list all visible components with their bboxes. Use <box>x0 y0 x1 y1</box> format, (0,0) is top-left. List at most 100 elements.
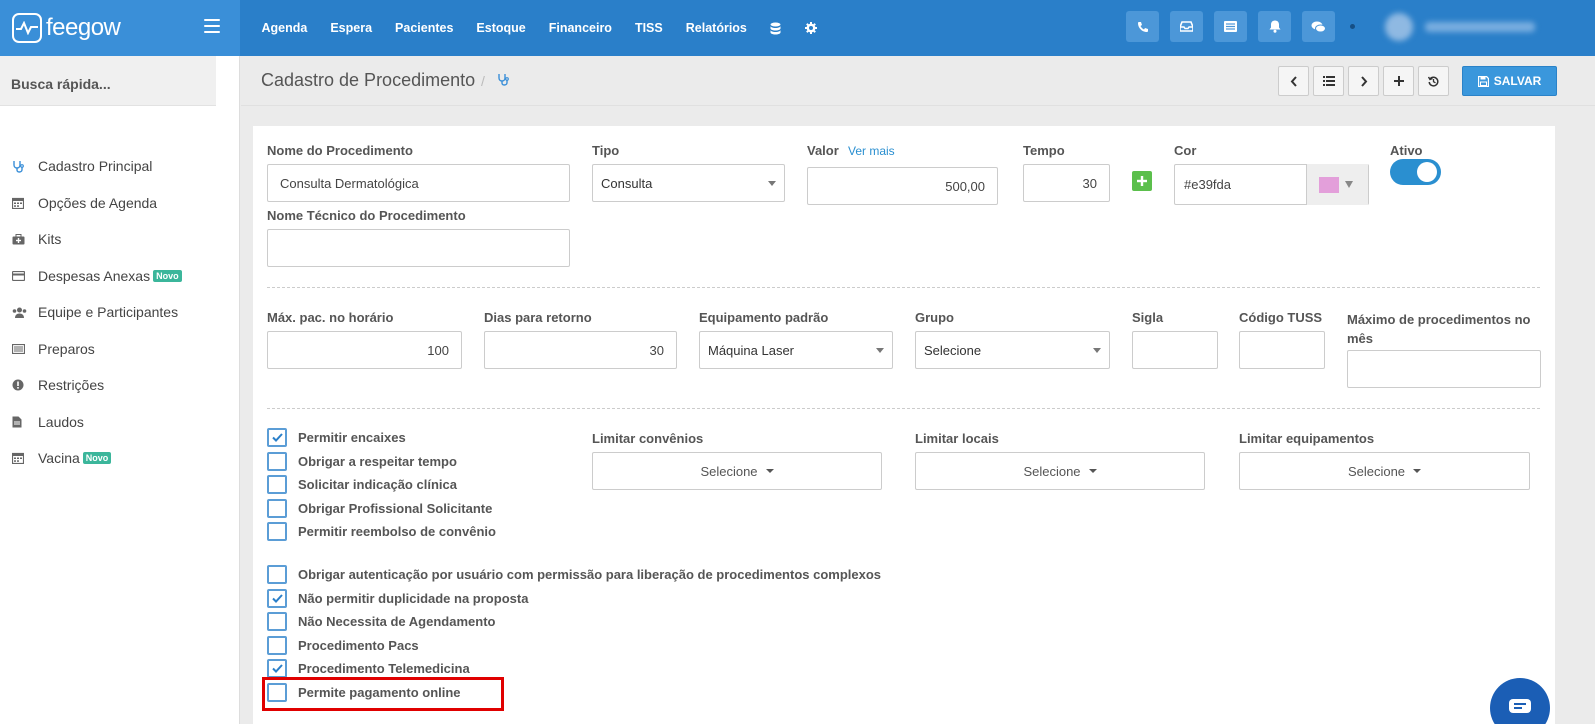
chevron-down-icon <box>1345 181 1353 188</box>
checkbox-autenticacao[interactable]: Obrigar autenticação por usuário com per… <box>267 565 881 584</box>
checkbox-box[interactable] <box>267 452 287 471</box>
sidebar-menu: Cadastro Principal Opções de Agenda Kits… <box>0 148 239 477</box>
checkbox-box[interactable] <box>267 475 287 494</box>
ativo-toggle[interactable] <box>1390 159 1441 185</box>
tipo-select[interactable]: Consulta <box>592 164 785 202</box>
cor-label: Cor <box>1174 143 1197 158</box>
sidebar-item-despesas-anexas[interactable]: Despesas Anexas Novo <box>0 258 239 295</box>
calendar-icon <box>12 197 38 209</box>
checkbox-telemedicina[interactable]: Procedimento Telemedicina <box>267 659 470 678</box>
checkbox-label: Obrigar Profissional Solicitante <box>298 501 493 516</box>
checkbox-label: Obrigar autenticação por usuário com per… <box>298 567 882 582</box>
checkbox-procedimento-pacs[interactable]: Procedimento Pacs <box>267 636 419 655</box>
checkbox-box[interactable] <box>267 522 287 541</box>
checkbox-box[interactable] <box>267 499 287 518</box>
limitar-equipamentos-select[interactable]: Selecione <box>1239 452 1530 490</box>
checkbox-duplicidade-proposta[interactable]: Não permitir duplicidade na proposta <box>267 589 528 608</box>
checkbox-box[interactable] <box>267 428 287 447</box>
limitar-convenios-select[interactable]: Selecione <box>592 452 882 490</box>
add-button[interactable] <box>1383 66 1414 96</box>
tempo-input[interactable]: 30 <box>1023 164 1110 202</box>
checkbox-respeitar-tempo[interactable]: Obrigar a respeitar tempo <box>267 452 457 471</box>
highlight-box <box>262 677 504 711</box>
nome-tecnico-input[interactable] <box>267 229 570 267</box>
nav-tiss[interactable]: TISS <box>635 21 663 35</box>
sigla-label: Sigla <box>1132 310 1164 325</box>
max-pac-input[interactable]: 100 <box>267 331 462 369</box>
grupo-select[interactable]: Selecione <box>915 331 1110 369</box>
nav-financeiro[interactable]: Financeiro <box>549 21 612 35</box>
checkbox-nao-necessita-agendamento[interactable]: Não Necessita de Agendamento <box>267 612 495 631</box>
brand[interactable]: feegow <box>0 0 240 56</box>
save-icon <box>1477 75 1489 87</box>
checkbox-box[interactable] <box>267 565 287 584</box>
checkbox-indicacao-clinica[interactable]: Solicitar indicação clínica <box>267 475 457 494</box>
phone-icon[interactable] <box>1126 11 1159 42</box>
next-button[interactable] <box>1348 66 1379 96</box>
quick-search[interactable]: Busca rápida... <box>0 56 216 106</box>
sidebar-item-vacina[interactable]: Vacina Novo <box>0 440 239 477</box>
tuss-input[interactable] <box>1239 331 1325 369</box>
nome-procedimento-input[interactable]: Consulta Dermatológica <box>267 164 570 202</box>
color-swatch <box>1319 176 1339 193</box>
sigla-input[interactable] <box>1132 331 1218 369</box>
credit-card-icon <box>12 270 38 281</box>
max-pac-label: Máx. pac. no horário <box>267 310 394 325</box>
limitar-locais-select[interactable]: Selecione <box>915 452 1205 490</box>
ver-mais-link[interactable]: Ver mais <box>848 144 895 158</box>
nav-pacientes[interactable]: Pacientes <box>395 21 453 35</box>
tasks-icon[interactable] <box>1214 11 1247 42</box>
nav-relatorios[interactable]: Relatórios <box>686 21 747 35</box>
color-picker[interactable] <box>1306 164 1368 205</box>
gear-icon[interactable] <box>805 22 818 34</box>
sidebar-item-laudos[interactable]: Laudos <box>0 404 239 441</box>
dias-retorno-input[interactable]: 30 <box>484 331 677 369</box>
checkbox-reembolso-convenio[interactable]: Permitir reembolso de convênio <box>267 522 496 541</box>
sidebar-item-label: Laudos <box>38 413 84 430</box>
nav-espera[interactable]: Espera <box>330 21 372 35</box>
add-tempo-button[interactable] <box>1132 171 1152 191</box>
hamburger-menu-icon[interactable] <box>204 19 220 33</box>
calendar-icon <box>12 452 38 465</box>
logo-icon <box>12 13 42 43</box>
top-bar: feegow Agenda Espera Pacientes Estoque F… <box>0 0 1595 56</box>
file-icon <box>12 416 38 428</box>
checkbox-profissional-solicitante[interactable]: Obrigar Profissional Solicitante <box>267 499 492 518</box>
sidebar-item-kits[interactable]: Kits <box>0 221 239 258</box>
save-button[interactable]: SALVAR <box>1462 66 1557 96</box>
nav-estoque[interactable]: Estoque <box>476 21 525 35</box>
checkbox-box[interactable] <box>267 659 287 678</box>
checkbox-label: Solicitar indicação clínica <box>298 477 457 492</box>
inbox-icon[interactable] <box>1170 11 1203 42</box>
sidebar-item-equipe[interactable]: Equipe e Participantes <box>0 294 239 331</box>
sidebar-item-restricoes[interactable]: Restrições <box>0 367 239 404</box>
multiselect-value: Selecione <box>1347 463 1406 479</box>
checkbox-label: Não Necessita de Agendamento <box>298 614 496 629</box>
valor-input[interactable]: 500,00 <box>807 167 998 205</box>
checkbox-permitir-encaixes[interactable]: Permitir encaixes <box>267 428 406 447</box>
history-button[interactable] <box>1418 66 1449 96</box>
chat-icon[interactable] <box>1302 11 1335 42</box>
equipamento-select[interactable]: Máquina Laser <box>699 331 893 369</box>
bell-icon[interactable] <box>1258 11 1291 42</box>
header-buttons: SALVAR <box>1278 66 1557 96</box>
tipo-value: Consulta <box>601 175 653 191</box>
user-menu[interactable] <box>1385 12 1555 41</box>
nav-agenda[interactable]: Agenda <box>262 21 308 35</box>
checkbox-box[interactable] <box>267 636 287 655</box>
avatar <box>1385 12 1413 41</box>
previous-button[interactable] <box>1278 66 1309 96</box>
database-icon[interactable] <box>770 22 781 35</box>
checkbox-box[interactable] <box>267 589 287 608</box>
list-button[interactable] <box>1313 66 1344 96</box>
checkbox-box[interactable] <box>267 612 287 631</box>
sidebar-item-label: Despesas Anexas <box>38 267 151 284</box>
max-proc-input[interactable] <box>1347 350 1541 388</box>
grupo-value: Selecione <box>924 342 982 358</box>
sidebar-item-cadastro-principal[interactable]: Cadastro Principal <box>0 148 239 185</box>
checkbox-label: Permitir reembolso de convênio <box>298 524 496 539</box>
checkbox-label: Não permitir duplicidade na proposta <box>298 591 529 606</box>
sidebar-item-opcoes-agenda[interactable]: Opções de Agenda <box>0 185 239 222</box>
sidebar-item-preparos[interactable]: Preparos <box>0 331 239 368</box>
tuss-label: Código TUSS <box>1239 310 1323 325</box>
